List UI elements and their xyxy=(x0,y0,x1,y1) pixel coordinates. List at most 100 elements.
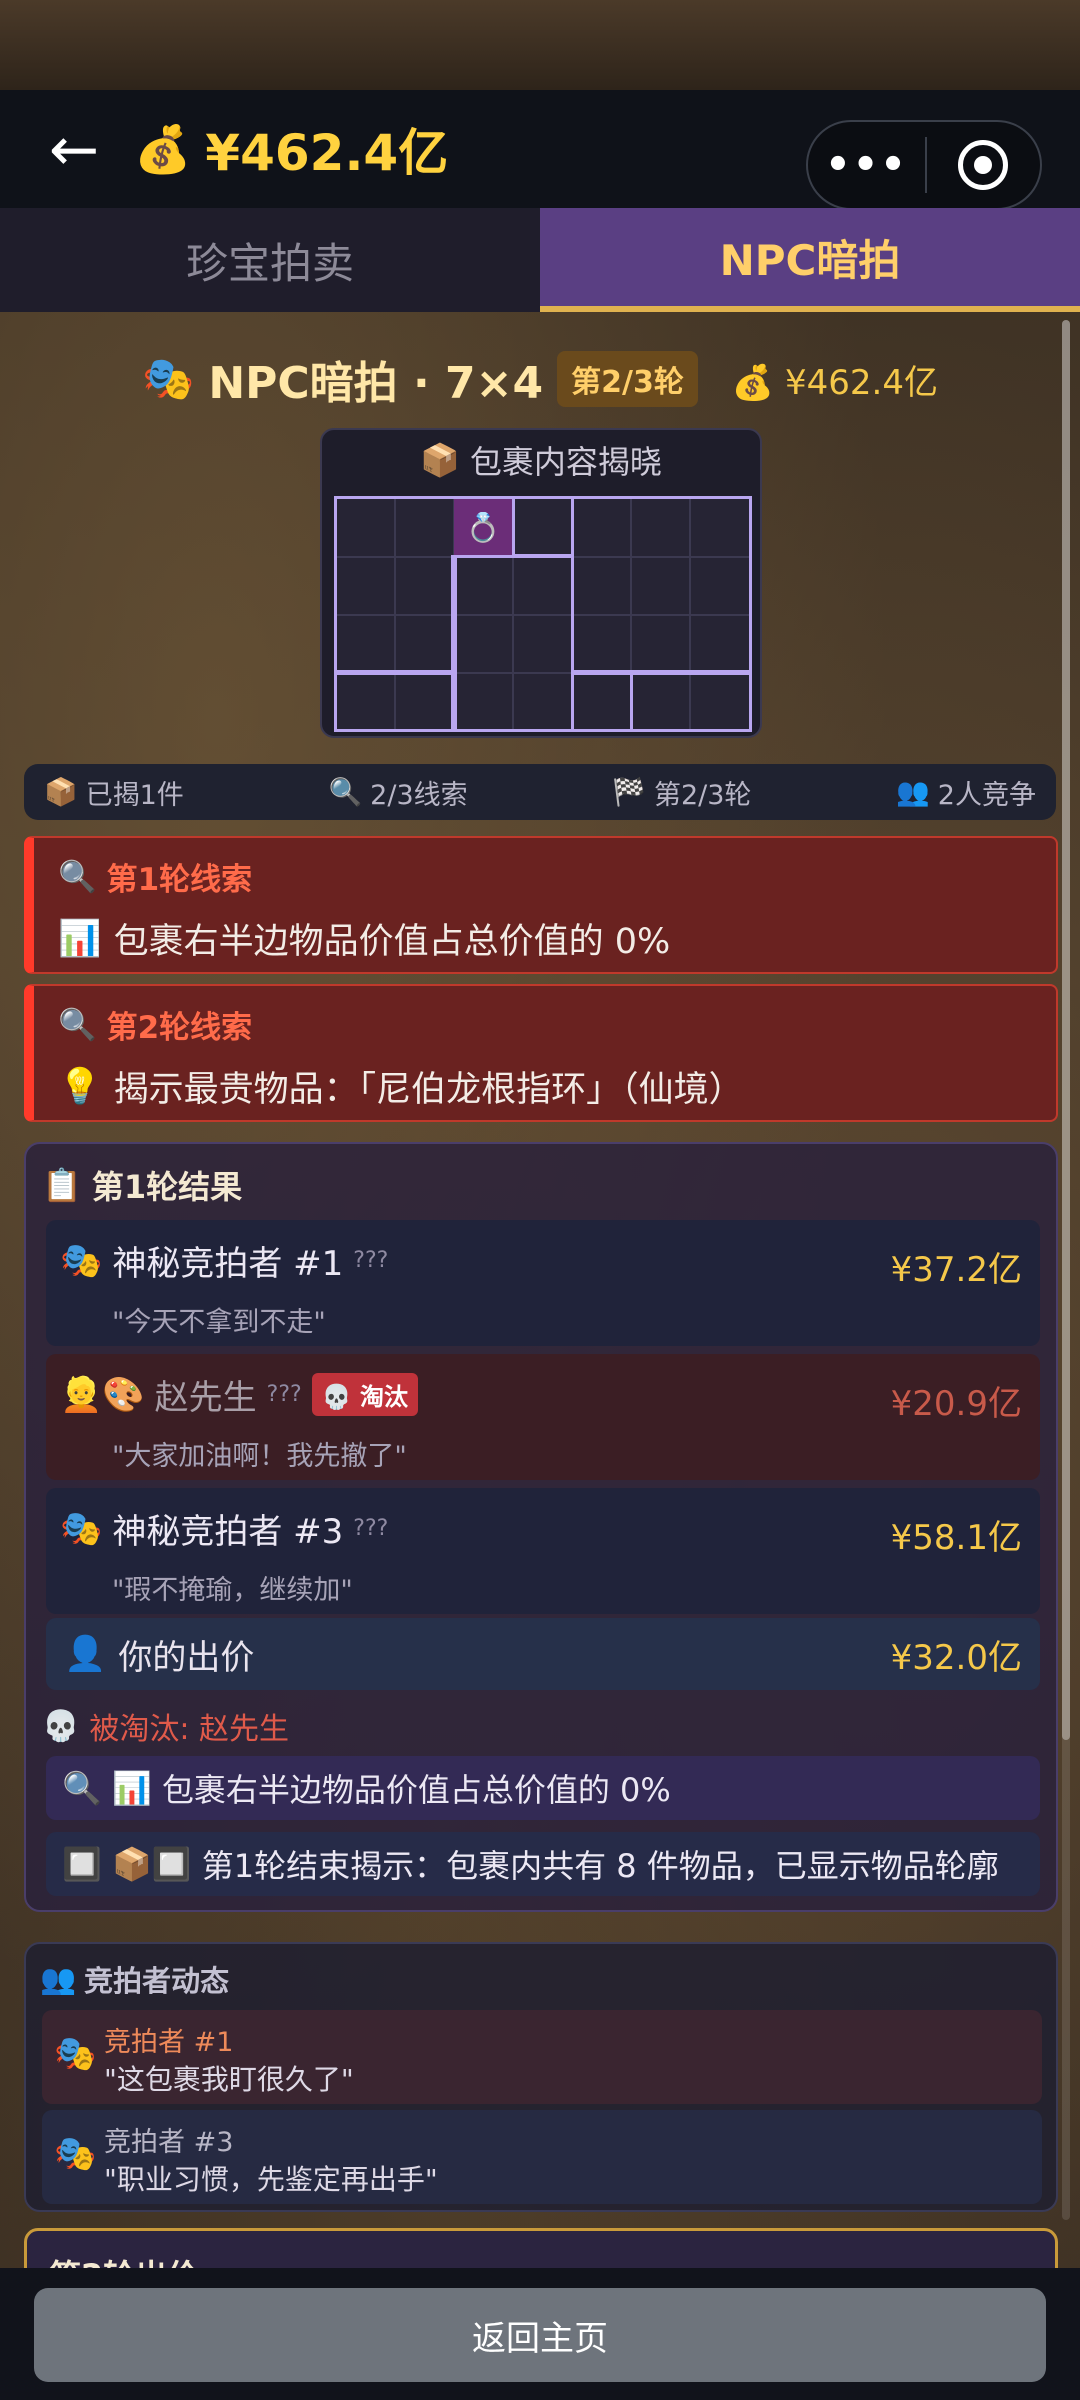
bidder-dynamics-panel: 👥 竞拍者动态 🎭 竞拍者 #1 "这包裹我盯很久了" 🎭 竞拍者 #3 "职业习… xyxy=(24,1942,1058,2212)
summary-text: 包裹右半边物品价值占总价值的 0% xyxy=(161,1771,671,1809)
item-outline xyxy=(571,670,633,732)
bar-chart-icon: 📊 xyxy=(58,919,102,959)
bidder-row-eliminated: 👱🎨 赵先生??? 💀 淘汰 ¥20.9亿 "大家加油啊！我先撤了" xyxy=(46,1354,1040,1480)
clue-title: 第1轮线索 xyxy=(106,862,253,898)
bidder-name: 神秘竞拍者 #1 xyxy=(112,1244,344,1284)
stat-round: 🏁 第2/3轮 xyxy=(612,777,752,811)
target-icon xyxy=(958,140,1009,190)
package-reveal-panel: 📦 包裹内容揭晓 💍 xyxy=(320,428,762,738)
round-badge: 第2/3轮 xyxy=(557,351,698,407)
money-bag-icon: 💰 xyxy=(134,121,192,176)
top-bar: ← 💰 ¥462.4亿 ••• xyxy=(0,90,1080,210)
stat-competitors: 👥 2人竞争 xyxy=(896,777,1036,811)
user-icon: 👤 xyxy=(64,1634,107,1674)
auction-title: NPC暗拍 · 7×4 xyxy=(208,358,544,409)
next-round-title: 第2轮出价 xyxy=(49,2251,199,2268)
summary-text: 第1轮结束揭示：包裹内共有 8 件物品，已显示物品轮廓 xyxy=(201,1847,999,1885)
bidder-name: 赵先生 xyxy=(154,1378,257,1418)
bidder-price: ¥37.2亿 xyxy=(890,1250,1022,1290)
bidder-unknown-mark: ??? xyxy=(353,1248,389,1273)
dynamics-item: 🎭 竞拍者 #1 "这包裹我盯很久了" xyxy=(42,2010,1042,2104)
package-outline-icon: 🔲 📦🔲 xyxy=(62,1845,192,1883)
bidder-name: 神秘竞拍者 #3 xyxy=(112,1512,344,1552)
your-bid-price: ¥32.0亿 xyxy=(890,1637,1022,1678)
users-icon: 👥 xyxy=(40,1961,77,1996)
header-balance: 💰 ¥462.4亿 xyxy=(732,355,938,404)
bidder-price: ¥20.9亿 xyxy=(890,1384,1022,1424)
search-icon: 🔍 xyxy=(58,859,97,895)
return-home-button[interactable]: 返回主页 xyxy=(34,2288,1046,2382)
your-bid-label: 你的出价 xyxy=(118,1637,255,1678)
item-outline xyxy=(630,670,752,732)
bidder-quote: "瑕不掩瑜，继续加" xyxy=(112,1575,353,1606)
item-outline xyxy=(451,555,574,732)
theater-masks-icon: 🎭 xyxy=(54,2034,97,2074)
more-menu-button[interactable]: ••• xyxy=(808,142,925,188)
theater-masks-icon: 🎭 xyxy=(54,2134,97,2174)
dynamics-title: 竞拍者动态 xyxy=(84,1964,230,1998)
auction-header: 🎭 NPC暗拍 · 7×4 第2/3轮 💰 ¥462.4亿 xyxy=(0,344,1080,414)
package-icon: 📦 xyxy=(420,441,460,479)
your-bid-row: 👤 你的出价 ¥32.0亿 xyxy=(46,1618,1040,1690)
bidder-row: 🎭 神秘竞拍者 #3??? ¥58.1亿 "瑕不掩瑜，继续加" xyxy=(46,1488,1040,1614)
theater-masks-icon: 🎭 xyxy=(60,1508,103,1549)
summary-line: 🔍 📊 包裹右半边物品价值占总价值的 0% xyxy=(46,1756,1040,1820)
back-arrow-icon[interactable]: ← xyxy=(34,120,114,180)
next-round-bid-panel: 第2轮出价 xyxy=(24,2228,1058,2268)
item-outline xyxy=(571,496,752,675)
clipboard-icon: 📋 xyxy=(42,1166,82,1204)
dynamics-bidder-name: 竞拍者 #3 xyxy=(104,2127,234,2158)
item-outline xyxy=(334,670,457,732)
bidder-unknown-mark: ??? xyxy=(353,1516,389,1541)
clue-body: 揭示最贵物品：「尼伯龙根指环」（仙境） xyxy=(113,1070,744,1110)
stat-revealed: 📦 已揭1件 xyxy=(44,777,184,811)
clue-card-round-2: 🔍 第2轮线索 💡 揭示最贵物品：「尼伯龙根指环」（仙境） xyxy=(24,984,1058,1122)
round-1-results-panel: 📋 第1轮结果 🎭 神秘竞拍者 #1??? ¥37.2亿 "今天不拿到不走" 👱🎨 赵… xyxy=(24,1142,1058,1912)
theater-masks-icon: 🎭 xyxy=(142,354,195,403)
avatar-icon: 👱🎨 xyxy=(60,1374,145,1415)
dynamics-quote: "职业习惯，先鉴定再出手" xyxy=(104,2163,438,2196)
top-decoration xyxy=(0,0,1080,90)
mini-program-capsule: ••• xyxy=(806,120,1042,210)
balance-display: 💰 ¥462.4亿 xyxy=(134,116,449,183)
balance-value: ¥462.4亿 xyxy=(205,124,449,182)
close-miniprogram-button[interactable] xyxy=(927,140,1040,190)
status-bar: 📦 已揭1件 🔍 2/3线索 🏁 第2/3轮 👥 2人竞争 xyxy=(24,764,1056,820)
eliminated-text: 被淘汰: 赵先生 xyxy=(89,1712,290,1747)
clue-card-round-1: 🔍 第1轮线索 📊 包裹右半边物品价值占总价值的 0% xyxy=(24,836,1058,974)
stat-clues: 🔍 2/3线索 xyxy=(328,777,468,811)
bidder-quote: "大家加油啊！我先撤了" xyxy=(112,1441,407,1472)
ring-item-icon: 💍 xyxy=(454,499,512,555)
scrollbar[interactable] xyxy=(1062,320,1070,2220)
package-reveal-title: 📦 包裹内容揭晓 xyxy=(322,430,760,490)
dynamics-quote: "这包裹我盯很久了" xyxy=(104,2063,354,2096)
dynamics-bidder-name: 竞拍者 #1 xyxy=(104,2027,234,2058)
dynamics-item: 🎭 竞拍者 #3 "职业习惯，先鉴定再出手" xyxy=(42,2110,1042,2204)
item-outline xyxy=(334,496,457,675)
bidder-unknown-mark: ??? xyxy=(266,1382,302,1407)
clue-title: 第2轮线索 xyxy=(106,1010,253,1046)
eliminated-badge: 💀 淘汰 xyxy=(311,1373,418,1416)
skull-icon: 💀 xyxy=(42,1708,80,1744)
eliminated-notice: 💀 被淘汰: 赵先生 xyxy=(42,1704,289,1748)
bidder-row: 🎭 神秘竞拍者 #1??? ¥37.2亿 "今天不拿到不走" xyxy=(46,1220,1040,1346)
package-title-text: 包裹内容揭晓 xyxy=(469,443,662,481)
bidder-quote: "今天不拿到不走" xyxy=(112,1307,326,1338)
search-chart-icon: 🔍 📊 xyxy=(62,1769,152,1807)
lightbulb-icon: 💡 xyxy=(58,1067,102,1107)
tab-npc-blind-auction[interactable]: NPC暗拍 xyxy=(540,208,1080,312)
money-bag-icon: 💰 xyxy=(731,362,775,403)
package-grid: 💍 xyxy=(334,496,752,732)
header-balance-value: ¥462.4亿 xyxy=(785,362,938,403)
summary-line: 🔲 📦🔲 第1轮结束揭示：包裹内共有 8 件物品，已显示物品轮廓 xyxy=(46,1832,1040,1896)
tab-treasure-auction[interactable]: 珍宝拍卖 xyxy=(0,208,540,312)
clue-body: 包裹右半边物品价值占总价值的 0% xyxy=(113,922,671,962)
bidder-price: ¥58.1亿 xyxy=(890,1518,1022,1558)
tab-bar: 珍宝拍卖 NPC暗拍 xyxy=(0,208,1080,312)
bottom-bar: 返回主页 xyxy=(0,2268,1080,2400)
main-content: 🎭 NPC暗拍 · 7×4 第2/3轮 💰 ¥462.4亿 📦 包裹内容揭晓 💍 xyxy=(0,312,1080,2268)
item-outline xyxy=(512,496,574,557)
theater-masks-icon: 🎭 xyxy=(60,1240,103,1281)
search-icon: 🔍 xyxy=(58,1007,97,1043)
results-title: 第1轮结果 xyxy=(91,1168,243,1206)
